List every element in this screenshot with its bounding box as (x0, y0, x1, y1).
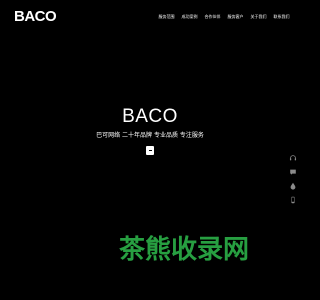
nav-item-services[interactable]: 服务范围 (158, 14, 175, 20)
watermark: 茶熊收录网 (119, 235, 250, 265)
nav-item-about[interactable]: 关于我们 (250, 14, 267, 20)
hero-action-button[interactable] (146, 146, 154, 155)
chat-button[interactable] (287, 166, 298, 177)
phone-button[interactable] (287, 194, 298, 205)
nav-item-contact[interactable]: 联系我们 (273, 14, 290, 20)
customer-service-button[interactable] (287, 152, 298, 163)
drop-icon (290, 182, 295, 190)
main-nav: 服务范围 成功案例 合作伙伴 服务客户 关于我们 联系我们 (158, 14, 290, 20)
chat-icon (289, 169, 296, 175)
nav-item-clients[interactable]: 服务客户 (227, 14, 244, 20)
floating-toolbar (287, 152, 298, 205)
hero-title: BACO (122, 106, 178, 127)
nav-item-cases[interactable]: 成功案例 (181, 14, 198, 20)
headset-icon (289, 154, 296, 160)
logo[interactable]: BACO (14, 9, 57, 25)
hero-subtitle: 巴可网络 二十年品牌 专业品质 专注服务 (96, 132, 204, 139)
header: BACO 服务范围 成功案例 合作伙伴 服务客户 关于我们 联系我们 (0, 0, 300, 34)
page: BACO 服务范围 成功案例 合作伙伴 服务客户 关于我们 联系我们 BACO … (0, 0, 300, 300)
nav-item-partners[interactable]: 合作伙伴 (204, 14, 221, 20)
dash-icon (148, 150, 152, 151)
phone-icon (290, 196, 295, 203)
drop-button[interactable] (287, 180, 298, 191)
